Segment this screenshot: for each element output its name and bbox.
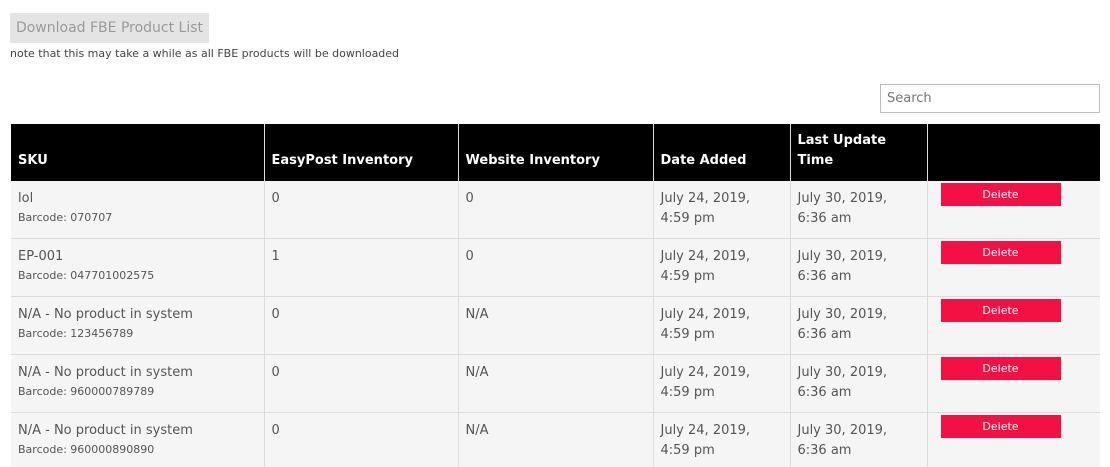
actions-cell: Delete bbox=[927, 238, 1100, 297]
table-row: N/A - No product in system Barcode: 1234… bbox=[11, 296, 1100, 355]
website-inventory-cell: N/A bbox=[458, 354, 654, 413]
sku-cell: lol Barcode: 070707 bbox=[11, 181, 265, 239]
sku-cell: N/A - No product in system Barcode: 9600… bbox=[11, 354, 265, 413]
date-added-cell: July 24, 2019, 4:59 pm bbox=[653, 296, 791, 355]
search-input[interactable] bbox=[880, 84, 1100, 113]
delete-button[interactable]: Delete bbox=[940, 357, 1061, 380]
website-inventory-cell: N/A bbox=[458, 412, 654, 467]
easypost-inventory-cell: 1 bbox=[264, 238, 459, 297]
date-added-cell: July 24, 2019, 4:59 pm bbox=[653, 412, 791, 467]
barcode-text: Barcode: 960000789789 bbox=[18, 385, 155, 398]
last-update-cell: July 30, 2019, 6:36 am bbox=[790, 354, 928, 413]
fbe-products-page: Download FBE Product List note that this… bbox=[0, 0, 1110, 467]
last-update-cell: July 30, 2019, 6:36 am bbox=[790, 181, 928, 239]
sku-text: EP-001 bbox=[18, 249, 64, 264]
delete-button[interactable]: Delete bbox=[940, 415, 1061, 438]
date-added-cell: July 24, 2019, 4:59 pm bbox=[653, 181, 791, 239]
website-inventory-cell: N/A bbox=[458, 296, 654, 355]
sku-text: N/A - No product in system bbox=[18, 423, 193, 438]
sku-text: N/A - No product in system bbox=[18, 307, 193, 322]
date-added-cell: July 24, 2019, 4:59 pm bbox=[653, 354, 791, 413]
sku-cell: EP-001 Barcode: 047701002575 bbox=[11, 238, 265, 297]
column-header-actions bbox=[927, 124, 1100, 181]
table-row: EP-001 Barcode: 047701002575 1 0 July 24… bbox=[11, 238, 1100, 297]
barcode-text: Barcode: 047701002575 bbox=[18, 269, 155, 282]
table-body: lol Barcode: 070707 0 0 July 24, 2019, 4… bbox=[11, 181, 1100, 467]
column-header-date-added[interactable]: Date Added bbox=[653, 124, 791, 181]
column-header-website-inventory[interactable]: Website Inventory bbox=[458, 124, 654, 181]
easypost-inventory-cell: 0 bbox=[264, 181, 459, 239]
last-update-cell: July 30, 2019, 6:36 am bbox=[790, 238, 928, 297]
delete-button[interactable]: Delete bbox=[940, 183, 1061, 206]
actions-cell: Delete bbox=[927, 412, 1100, 467]
barcode-text: Barcode: 960000890890 bbox=[18, 443, 155, 456]
last-update-cell: July 30, 2019, 6:36 am bbox=[790, 412, 928, 467]
sku-cell: N/A - No product in system Barcode: 1234… bbox=[11, 296, 265, 355]
actions-cell: Delete bbox=[927, 354, 1100, 413]
easypost-inventory-cell: 0 bbox=[264, 296, 459, 355]
table-row: N/A - No product in system Barcode: 9600… bbox=[11, 412, 1100, 467]
column-header-sku[interactable]: SKU bbox=[11, 124, 265, 181]
actions-cell: Delete bbox=[927, 296, 1100, 355]
sku-text: N/A - No product in system bbox=[18, 365, 193, 380]
table-row: N/A - No product in system Barcode: 9600… bbox=[11, 354, 1100, 413]
easypost-inventory-cell: 0 bbox=[264, 412, 459, 467]
barcode-text: Barcode: 070707 bbox=[18, 211, 113, 224]
actions-cell: Delete bbox=[927, 181, 1100, 239]
website-inventory-cell: 0 bbox=[458, 238, 654, 297]
easypost-inventory-cell: 0 bbox=[264, 354, 459, 413]
sku-text: lol bbox=[18, 191, 34, 206]
table-header: SKU EasyPost Inventory Website Inventory… bbox=[11, 124, 1100, 181]
table-header-row: SKU EasyPost Inventory Website Inventory… bbox=[11, 124, 1100, 181]
last-update-cell: July 30, 2019, 6:36 am bbox=[790, 296, 928, 355]
website-inventory-cell: 0 bbox=[458, 181, 654, 239]
sku-cell: N/A - No product in system Barcode: 9600… bbox=[11, 412, 265, 467]
column-header-easypost-inventory[interactable]: EasyPost Inventory bbox=[264, 124, 459, 181]
column-header-last-update-time[interactable]: Last Update Time bbox=[790, 124, 928, 181]
delete-button[interactable]: Delete bbox=[940, 299, 1061, 322]
products-table: SKU EasyPost Inventory Website Inventory… bbox=[11, 124, 1100, 467]
barcode-text: Barcode: 123456789 bbox=[18, 327, 134, 340]
table-row: lol Barcode: 070707 0 0 July 24, 2019, 4… bbox=[11, 181, 1100, 239]
download-note: note that this may take a while as all F… bbox=[10, 47, 400, 60]
delete-button[interactable]: Delete bbox=[940, 241, 1061, 264]
date-added-cell: July 24, 2019, 4:59 pm bbox=[653, 238, 791, 297]
download-fbe-product-list-button[interactable]: Download FBE Product List bbox=[10, 13, 209, 43]
